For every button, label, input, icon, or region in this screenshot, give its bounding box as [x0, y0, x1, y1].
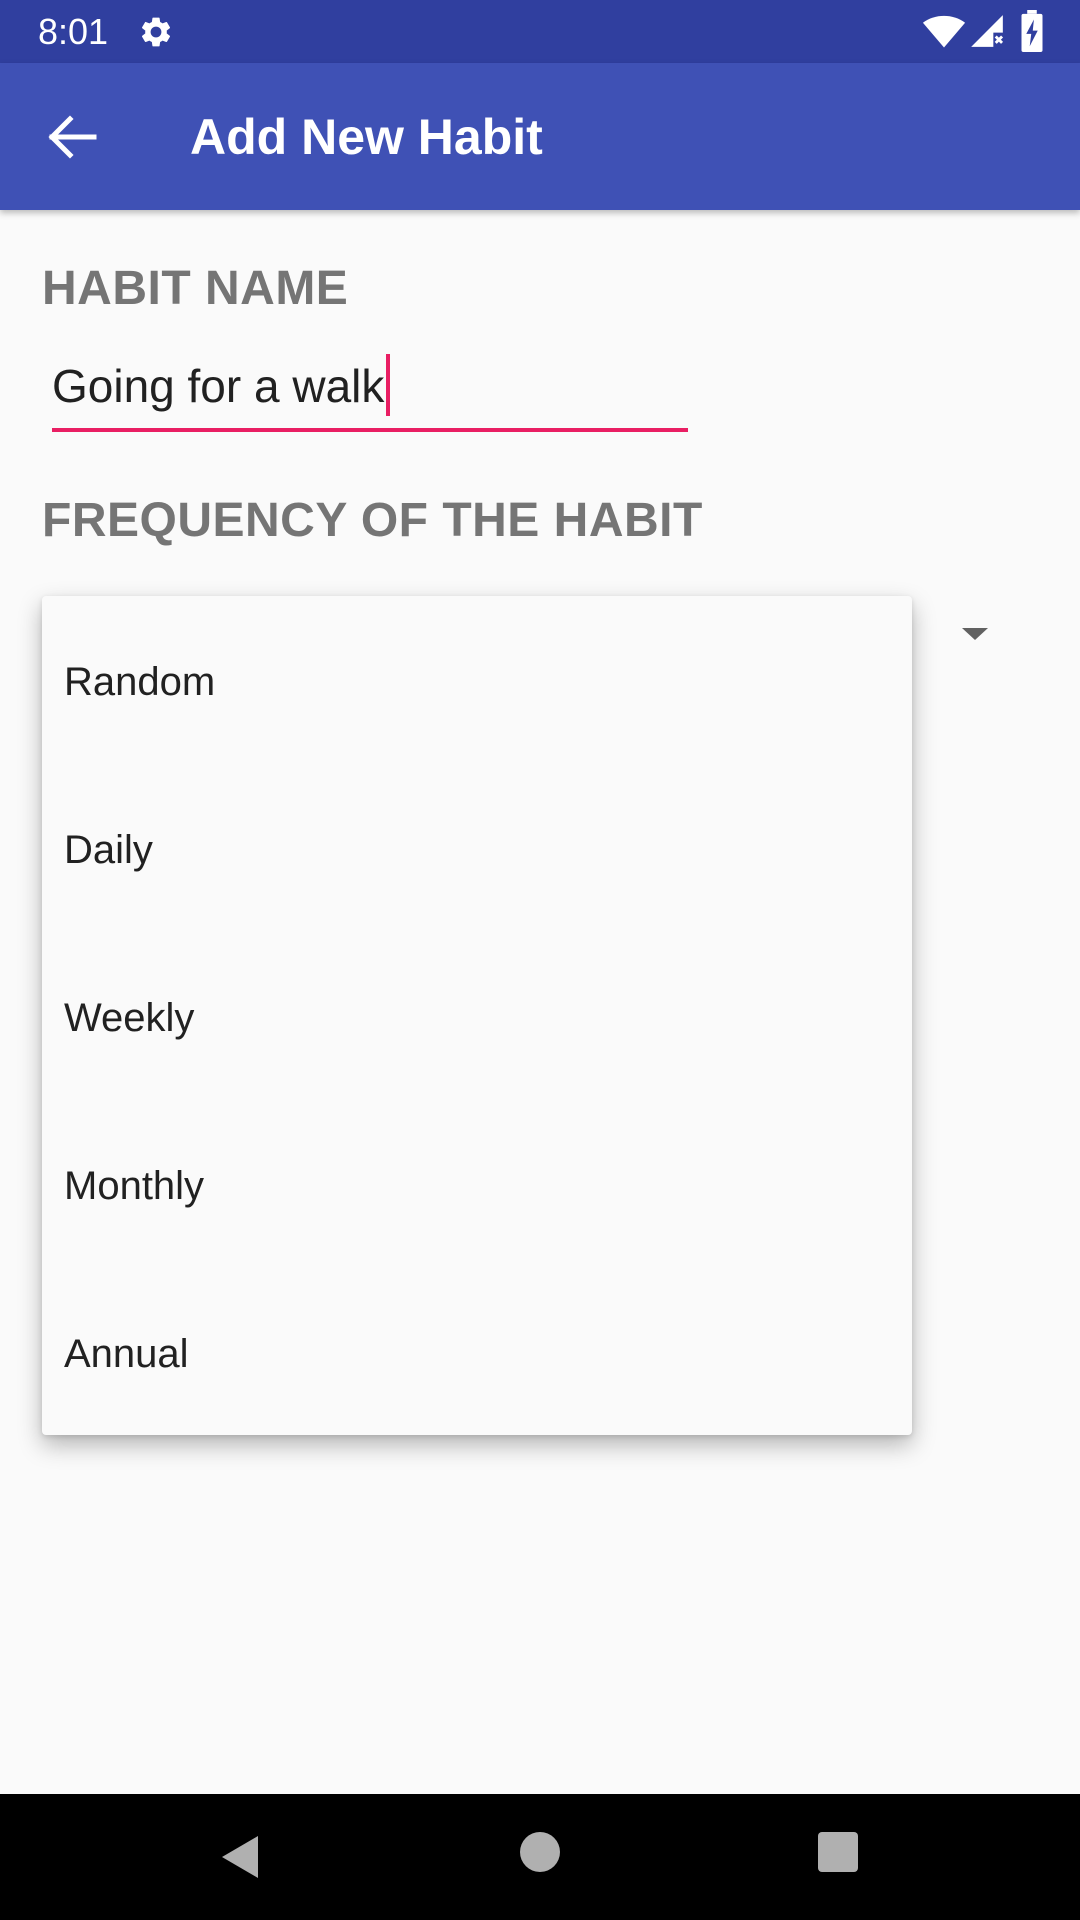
- nav-recents-icon[interactable]: [818, 1832, 858, 1872]
- page-title: Add New Habit: [190, 109, 543, 165]
- nav-home-icon[interactable]: [520, 1832, 560, 1872]
- gear-icon: [141, 17, 171, 47]
- back-arrow-icon[interactable]: [38, 109, 110, 165]
- frequency-option-random[interactable]: Random: [42, 598, 912, 766]
- cell-signal-icon: [971, 15, 1004, 47]
- nav-back-icon[interactable]: [218, 1832, 262, 1882]
- status-time: 8:01: [38, 11, 109, 52]
- wifi-icon: [922, 15, 966, 48]
- app-bar: Add New Habit: [0, 63, 1080, 210]
- navigation-bar: [0, 1794, 1080, 1920]
- habit-name-underline: [52, 428, 688, 432]
- text-caret: [386, 354, 391, 416]
- frequency-option-weekly[interactable]: Weekly: [42, 934, 912, 1102]
- frequency-label: FREQUENCY OF THE HABIT: [42, 494, 703, 547]
- habit-name-value: Going for a walk: [52, 360, 385, 412]
- frequency-option-annual[interactable]: Annual: [42, 1270, 912, 1438]
- frequency-option-daily[interactable]: Daily: [42, 766, 912, 934]
- status-bar: 8:01: [0, 0, 1080, 63]
- habit-name-label: HABIT NAME: [42, 262, 349, 315]
- battery-charging-icon: [1021, 10, 1043, 52]
- habit-name-input[interactable]: Going for a walk: [52, 344, 688, 434]
- dropdown-arrow-icon[interactable]: [958, 622, 992, 644]
- frequency-option-monthly[interactable]: Monthly: [42, 1102, 912, 1270]
- add-habit-form: HABIT NAME Going for a walk FREQUENCY OF…: [0, 210, 1080, 1794]
- frequency-dropdown-menu: Random Daily Weekly Monthly Annual: [42, 596, 912, 1435]
- habit-name-input-text[interactable]: Going for a walk: [52, 354, 391, 416]
